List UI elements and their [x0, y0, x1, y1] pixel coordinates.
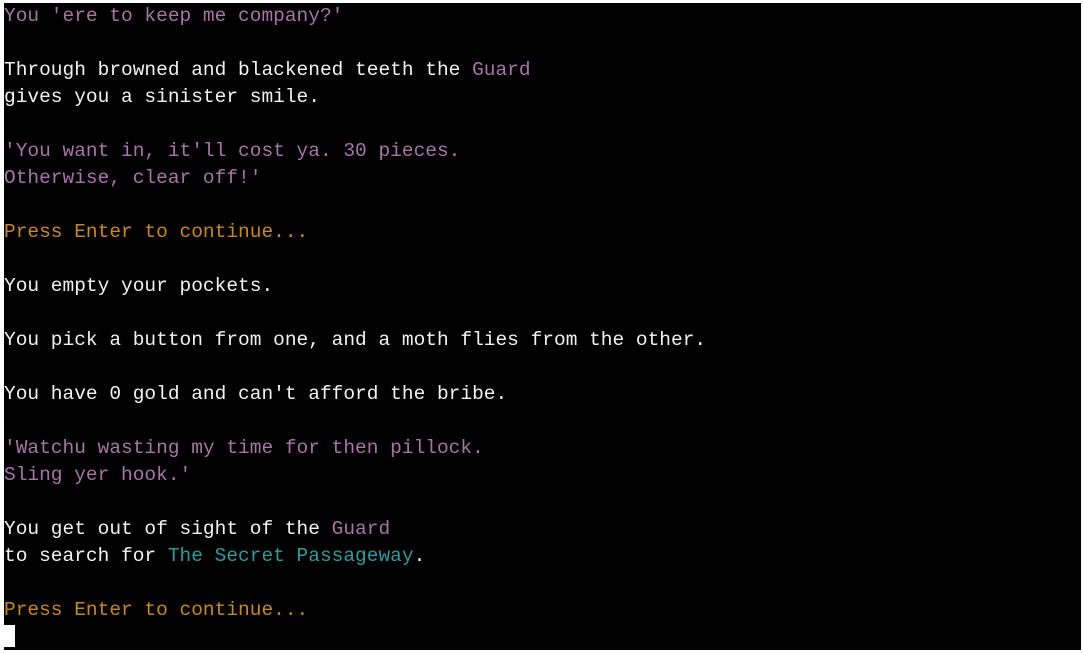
dialogue-text: Otherwise, clear off!': [4, 167, 262, 189]
output-line: Press Enter to continue...: [4, 219, 1081, 246]
output-line: Sling yer hook.': [4, 462, 1081, 489]
narration-text: You get out of sight of the: [4, 518, 332, 540]
location-name: The Secret Passageway: [167, 545, 414, 567]
output-line: Press Enter to continue...: [4, 597, 1081, 624]
continue-prompt: Press Enter to continue...: [4, 599, 309, 621]
dialogue-text: 'You want in, it'll cost ya. 30 pieces.: [4, 140, 461, 162]
output-line: Otherwise, clear off!': [4, 165, 1081, 192]
cursor-icon: [4, 625, 15, 647]
output-line: You 'ere to keep me company?': [4, 3, 1081, 30]
narration-text: Through browned and blackened teeth the: [4, 59, 473, 81]
narration-text: gives you a sinister smile.: [4, 86, 320, 108]
output-line: You get out of sight of the Guard: [4, 516, 1081, 543]
dialogue-text: Guard: [472, 59, 531, 81]
dialogue-text: 'Watchu wasting my time for then pillock…: [4, 437, 484, 459]
output-line: You have 0 gold and can't afford the bri…: [4, 381, 1081, 408]
narration-text: to search for: [4, 545, 168, 567]
output-line: Through browned and blackened teeth the …: [4, 57, 1081, 84]
dialogue-text: Sling yer hook.': [4, 464, 192, 486]
output-line: to search for The Secret Passageway.: [4, 543, 1081, 570]
output-line: 'You want in, it'll cost ya. 30 pieces.: [4, 138, 1081, 165]
input-line[interactable]: [4, 624, 1081, 650]
terminal-window[interactable]: You 'ere to keep me company?' Through bro…: [4, 3, 1081, 650]
continue-prompt: Press Enter to continue...: [4, 221, 309, 243]
terminal-output: You 'ere to keep me company?' Through bro…: [4, 3, 1081, 624]
output-line: You pick a button from one, and a moth f…: [4, 327, 1081, 354]
output-line: 'Watchu wasting my time for then pillock…: [4, 435, 1081, 462]
narration-text: You have 0 gold and can't afford the bri…: [4, 383, 508, 405]
dialogue-text: You 'ere to keep me company?': [4, 5, 344, 27]
narration-text: .: [413, 545, 426, 567]
narration-text: You empty your pockets.: [4, 275, 274, 297]
output-line: gives you a sinister smile.: [4, 84, 1081, 111]
narration-text: You pick a button from one, and a moth f…: [4, 329, 707, 351]
output-line: You empty your pockets.: [4, 273, 1081, 300]
dialogue-text: Guard: [331, 518, 391, 540]
